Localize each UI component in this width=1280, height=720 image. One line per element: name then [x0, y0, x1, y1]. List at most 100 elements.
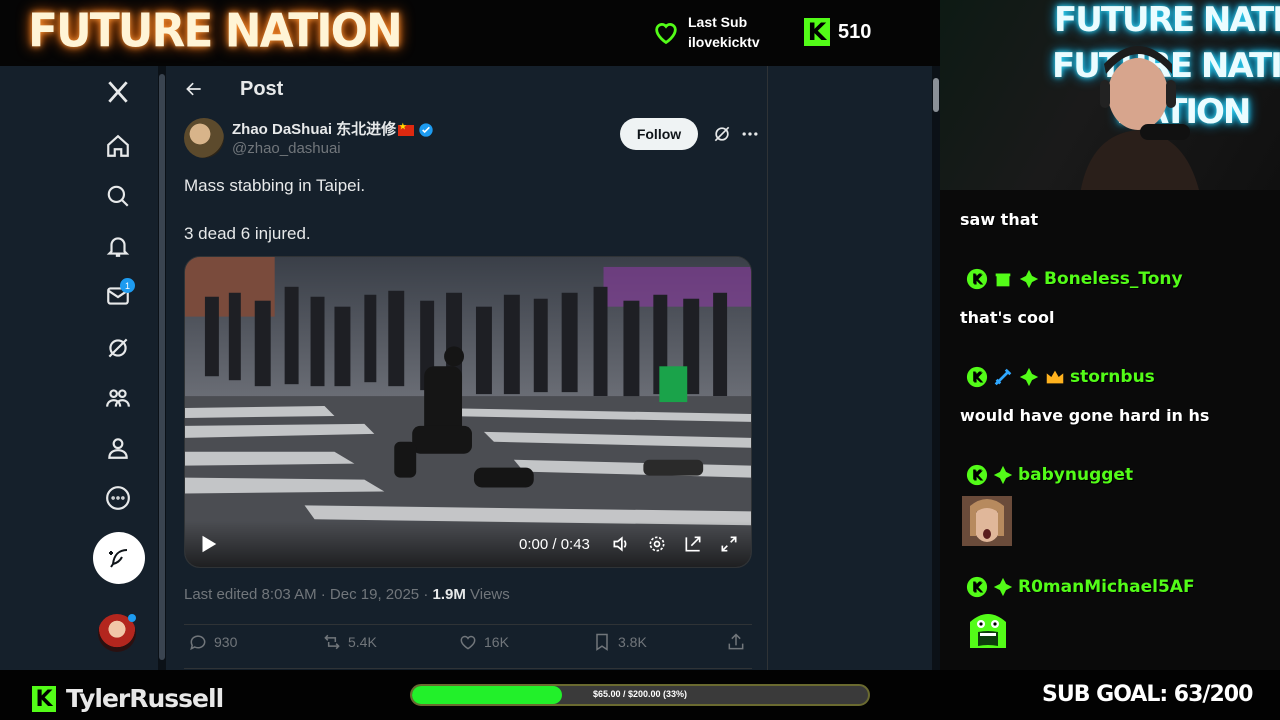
author-name-row[interactable]: Zhao DaShuai 东北进修: [232, 118, 434, 139]
diamond-badge-icon: [1018, 366, 1040, 388]
diamond-badge-icon: [992, 576, 1014, 598]
diamond-badge-icon: [992, 464, 1014, 486]
more-icon[interactable]: [88, 476, 148, 520]
compose-post-button[interactable]: [93, 532, 145, 584]
china-flag-icon: [398, 122, 415, 136]
last-sub-widget: Last Sub ilovekicktv: [652, 12, 760, 52]
repost-count: 5.4K: [348, 634, 377, 650]
like-button[interactable]: 16K: [458, 632, 509, 652]
x-logo-icon[interactable]: [88, 70, 148, 114]
feather-icon: [109, 549, 128, 568]
diamond-badge-icon: [1018, 268, 1040, 290]
back-arrow-icon: [186, 82, 201, 96]
tweet-meta: Last edited 8:03 AM · Dec 19, 2025 · 1.9…: [184, 586, 510, 603]
messages-icon[interactable]: 1: [88, 274, 148, 318]
views-label: Views: [465, 586, 510, 603]
chat-username[interactable]: Boneless_Tony: [1044, 269, 1183, 289]
kick-badge-icon: K: [966, 576, 988, 598]
svg-text:K: K: [972, 371, 983, 386]
play-icon[interactable]: [197, 533, 219, 555]
notifications-icon[interactable]: [88, 224, 148, 268]
page-scrollbar[interactable]: [932, 66, 940, 670]
streamer-name: TylerRussell: [66, 684, 224, 713]
video-controls: 0:00 / 0:43: [185, 521, 751, 567]
post-column: Post Zhao DaShuai 东北进修 @zhao_dashuai Fol…: [168, 66, 768, 670]
tweet-author: Zhao DaShuai 东北进修 @zhao_dashuai Follow: [184, 116, 760, 160]
divider: [184, 624, 752, 625]
stream-chat: saw that K Boneless_Tony that's cool K s…: [940, 190, 1280, 670]
tweet-actions: 930 5.4K 16K 3.8K: [184, 632, 752, 660]
reply-count: 930: [214, 634, 238, 650]
grok-icon[interactable]: [88, 326, 148, 370]
tweet-line: Mass stabbing in Taipei.: [184, 176, 366, 195]
like-count: 16K: [484, 634, 509, 650]
communities-icon[interactable]: [88, 376, 148, 420]
brand-logo: FUTURE NATION: [28, 4, 403, 59]
stream-top-bar: FUTURE NATION Last Sub ilovekicktv K 510: [0, 0, 940, 66]
kick-badge-icon: K: [966, 268, 988, 290]
kick-logo-icon: K: [804, 18, 830, 46]
more-options-icon[interactable]: [740, 124, 760, 144]
chat-username[interactable]: stornbus: [1070, 367, 1155, 387]
grok-explain-icon[interactable]: [712, 124, 732, 144]
search-icon[interactable]: [88, 174, 148, 218]
reply-icon: [190, 635, 206, 651]
stream-bottom-bar: K TylerRussell $65.00 / $200.00 (33%) SU…: [0, 670, 1280, 720]
profile-icon[interactable]: [88, 426, 148, 470]
chat-username-row[interactable]: K Boneless_Tony: [966, 268, 1183, 290]
volume-icon[interactable]: [611, 534, 631, 554]
settings-gear-icon[interactable]: [647, 534, 667, 554]
tweet-video[interactable]: 0:00 / 0:43: [184, 256, 752, 568]
svg-text:K: K: [972, 469, 983, 484]
heart-icon: [655, 23, 677, 45]
author-handle[interactable]: @zhao_dashuai: [232, 140, 341, 157]
author-avatar[interactable]: [184, 118, 224, 158]
gift-badge-icon: [992, 268, 1014, 290]
last-sub-user: ilovekicktv: [688, 34, 760, 50]
bookmark-icon: [596, 633, 608, 651]
sub-goal-text: SUB GOAL: 63/200: [1042, 682, 1253, 707]
chat-username[interactable]: R0manMichael5AF: [1018, 577, 1195, 597]
left-scrollbar[interactable]: [158, 66, 166, 670]
status-dot: [128, 614, 136, 622]
repost-button[interactable]: 5.4K: [322, 632, 377, 652]
account-avatar[interactable]: [98, 614, 136, 652]
kick-badge-icon: K: [966, 366, 988, 388]
bookmark-count: 3.8K: [618, 634, 647, 650]
chat-username-row[interactable]: K R0manMichael5AF: [966, 576, 1195, 598]
chat-username-row[interactable]: K babynugget: [966, 464, 1133, 486]
home-icon[interactable]: [88, 124, 148, 168]
video-time: 0:00 / 0:43: [519, 536, 590, 553]
follower-count-widget: K 510: [804, 18, 871, 46]
messages-badge: 1: [120, 278, 135, 293]
share-button[interactable]: [726, 632, 752, 652]
x-browser-view: 1 Post Zhao DaShuai 东北进修★ @zhao_dashuai …: [0, 66, 940, 670]
tweet-line: 3 dead 6 injured.: [184, 224, 311, 243]
reply-button[interactable]: 930: [188, 632, 237, 652]
follow-button[interactable]: Follow: [620, 118, 698, 150]
chat-username-row[interactable]: K stornbus: [966, 366, 1155, 388]
author-name[interactable]: Zhao DaShuai 东北进修: [232, 121, 396, 138]
repost-icon: [324, 634, 340, 650]
chat-message: saw that: [960, 210, 1039, 229]
chat-username[interactable]: babynugget: [1018, 465, 1133, 485]
kick-badge-icon: K: [966, 464, 988, 486]
svg-text:K: K: [972, 581, 983, 596]
post-header: Post: [168, 66, 767, 112]
webcam-feed: FUTURE NATION FUTURE NATION NATION: [940, 0, 1280, 190]
bookmark-button[interactable]: 3.8K: [592, 632, 647, 652]
view-count: 1.9M: [432, 586, 466, 603]
fullscreen-icon[interactable]: [719, 534, 739, 554]
pip-icon[interactable]: [683, 534, 703, 554]
chat-message: that's cool: [960, 308, 1055, 327]
kick-logo-icon: K: [32, 686, 56, 712]
sword-badge-icon: [992, 366, 1014, 388]
tweet-timestamp[interactable]: Last edited 8:03 AM · Dec 19, 2025 ·: [184, 586, 432, 603]
verified-badge-icon: [419, 123, 433, 137]
back-button[interactable]: [168, 79, 220, 99]
svg-text:K: K: [972, 273, 983, 288]
like-heart-icon: [460, 635, 476, 650]
last-sub-label: Last Sub: [688, 14, 748, 30]
scream-emote-icon: [970, 614, 1006, 648]
page-title: Post: [240, 77, 284, 100]
